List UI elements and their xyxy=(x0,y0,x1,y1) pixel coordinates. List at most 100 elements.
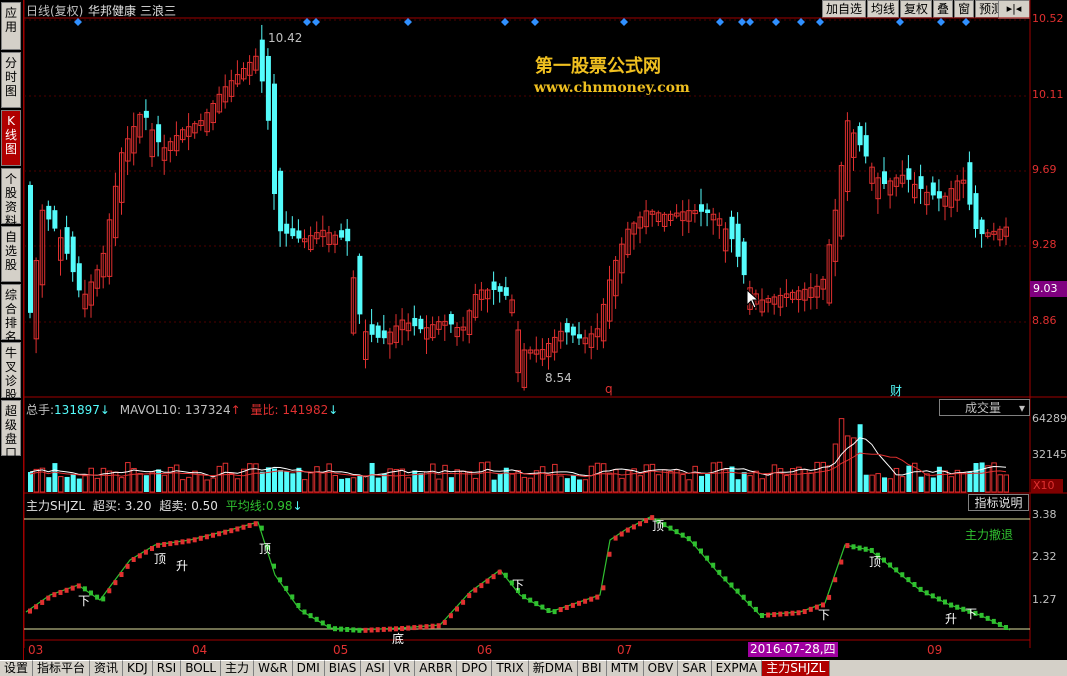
indicator-step-down xyxy=(259,525,264,531)
indicator-help-button[interactable]: 指标说明 xyxy=(968,494,1029,511)
volume-bar-up xyxy=(180,479,186,493)
indicator-step-up xyxy=(784,611,789,617)
indicator-step-down xyxy=(1004,625,1008,630)
volume-bar-up xyxy=(649,463,656,493)
bottom-tab-4[interactable]: RSI xyxy=(152,660,182,676)
indicator-step-down xyxy=(692,541,697,547)
volume-bar-down xyxy=(418,473,424,492)
candle-body-down xyxy=(570,326,576,336)
volume-tick: 32145 xyxy=(1032,448,1067,461)
oversell-value: 0.50 xyxy=(191,499,218,513)
bottom-tab-1[interactable]: 指标平台 xyxy=(33,660,91,676)
volume-bar-up xyxy=(82,475,88,493)
volume-bar-up xyxy=(814,461,820,493)
indicator-step-up xyxy=(363,627,368,633)
indicator-step-down xyxy=(546,608,551,614)
volume-bar-up xyxy=(680,474,686,493)
event-diamond-icon xyxy=(312,18,320,26)
bottom-tab-0[interactable]: 设置 xyxy=(0,660,34,676)
volume-type-label: 成交量 xyxy=(965,401,1002,415)
candle-body-down xyxy=(735,223,741,257)
indicator-step-down xyxy=(924,590,929,596)
price-tick: 8.86 xyxy=(1032,314,1057,327)
volume-type-dropdown[interactable]: 成交量 ▾ xyxy=(939,399,1030,416)
event-diamond-icon xyxy=(816,18,824,26)
date-cursor-label: 2016-07-28,四 xyxy=(748,642,838,657)
volume-bar-up xyxy=(613,469,619,493)
indicator-step-down xyxy=(345,627,350,633)
volume-bar-up xyxy=(802,469,808,493)
volume-bar-down xyxy=(973,463,979,492)
bottom-tab-7[interactable]: W&R xyxy=(254,660,293,676)
indicator-step-down xyxy=(997,621,1002,627)
bottom-tab-21[interactable]: 主力SHJZL xyxy=(762,660,831,676)
indicator-step-down xyxy=(882,557,886,563)
bottom-tab-12[interactable]: ARBR xyxy=(415,660,458,676)
indicator-step-up xyxy=(625,527,630,533)
indicator-step-up xyxy=(442,619,447,625)
indicator-step-down xyxy=(82,586,87,592)
bottom-tab-20[interactable]: EXPMA xyxy=(711,660,763,676)
indicator-title: 主力SHJZL xyxy=(26,499,86,513)
volume-bar-up xyxy=(521,476,528,493)
indicator-step-down xyxy=(278,577,283,583)
indicator-step-down xyxy=(674,529,679,535)
bottom-tab-5[interactable]: BOLL xyxy=(181,660,222,676)
indicator-step-up xyxy=(839,559,844,565)
volume-bar-down xyxy=(503,467,509,492)
volume-bar-up xyxy=(558,475,564,493)
bottom-tab-6[interactable]: 主力 xyxy=(221,660,255,676)
indicator-step-down xyxy=(522,594,527,600)
indicator-step-down xyxy=(314,616,319,622)
indicator-signal: 顶 xyxy=(869,555,882,569)
candle-body-down xyxy=(863,135,869,157)
indicator-step-up xyxy=(455,606,459,612)
bottom-tab-2[interactable]: 资讯 xyxy=(90,660,124,676)
volume-bar-up xyxy=(893,467,900,493)
candle-body-down xyxy=(857,126,863,146)
volume-tick: 64289 xyxy=(1032,412,1067,425)
volume-ratio-value: 141982 xyxy=(282,403,329,417)
bottom-tab-8[interactable]: DMI xyxy=(292,660,325,676)
volume-bar-down xyxy=(918,476,924,492)
volume-bar-up xyxy=(637,475,643,493)
bottom-tab-15[interactable]: 新DMA xyxy=(528,660,578,676)
event-diamond-icon xyxy=(303,18,311,26)
indicator-step-up xyxy=(412,625,417,631)
candle-body-down xyxy=(564,323,570,333)
indicator-step-down xyxy=(723,576,728,582)
date-tick: 04 xyxy=(192,643,208,657)
bottom-tab-17[interactable]: MTM xyxy=(606,660,644,676)
bottom-tab-16[interactable]: BBI xyxy=(577,660,607,676)
indicator-step-up xyxy=(229,528,234,534)
bottom-tab-3[interactable]: KDJ xyxy=(123,660,153,676)
indicator-step-down xyxy=(936,596,941,602)
volume-bar-up xyxy=(783,475,790,493)
volume-bar-up xyxy=(765,473,772,493)
indicator-step-up xyxy=(461,599,466,605)
indicator-step-up xyxy=(802,609,807,615)
bottom-tab-13[interactable]: DPO xyxy=(457,660,493,676)
indicator-step-down xyxy=(528,597,533,603)
volume-unit: X10 xyxy=(1031,479,1063,493)
bottom-tab-18[interactable]: OBV xyxy=(643,660,679,676)
indicator-step-down xyxy=(503,572,508,578)
bottom-tab-9[interactable]: BIAS xyxy=(324,660,362,676)
volume-bars xyxy=(28,418,1009,493)
current-price-badge: 9.03 xyxy=(1030,281,1067,297)
indicator-step-up xyxy=(790,610,795,616)
marker-finance[interactable]: 财 xyxy=(890,382,902,399)
bottom-tab-11[interactable]: VR xyxy=(389,660,416,676)
volume-bar-down xyxy=(570,474,576,492)
event-diamond-icon xyxy=(404,18,412,26)
bottom-tab-19[interactable]: SAR xyxy=(678,660,712,676)
bottom-tab-10[interactable]: ASI xyxy=(361,660,390,676)
volume-bar-up xyxy=(552,463,558,493)
bottom-tab-14[interactable]: TRIX xyxy=(492,660,529,676)
candle-body-down xyxy=(143,110,149,118)
indicator-signal: 升 xyxy=(945,612,958,626)
volume-bar-down xyxy=(265,467,271,492)
indicator-header: 主力SHJZL 超买: 3.20 超卖: 0.50 平均线:0.98↓ xyxy=(26,497,303,514)
volume-bar-up xyxy=(253,463,259,493)
indicator-step-up xyxy=(76,583,81,589)
